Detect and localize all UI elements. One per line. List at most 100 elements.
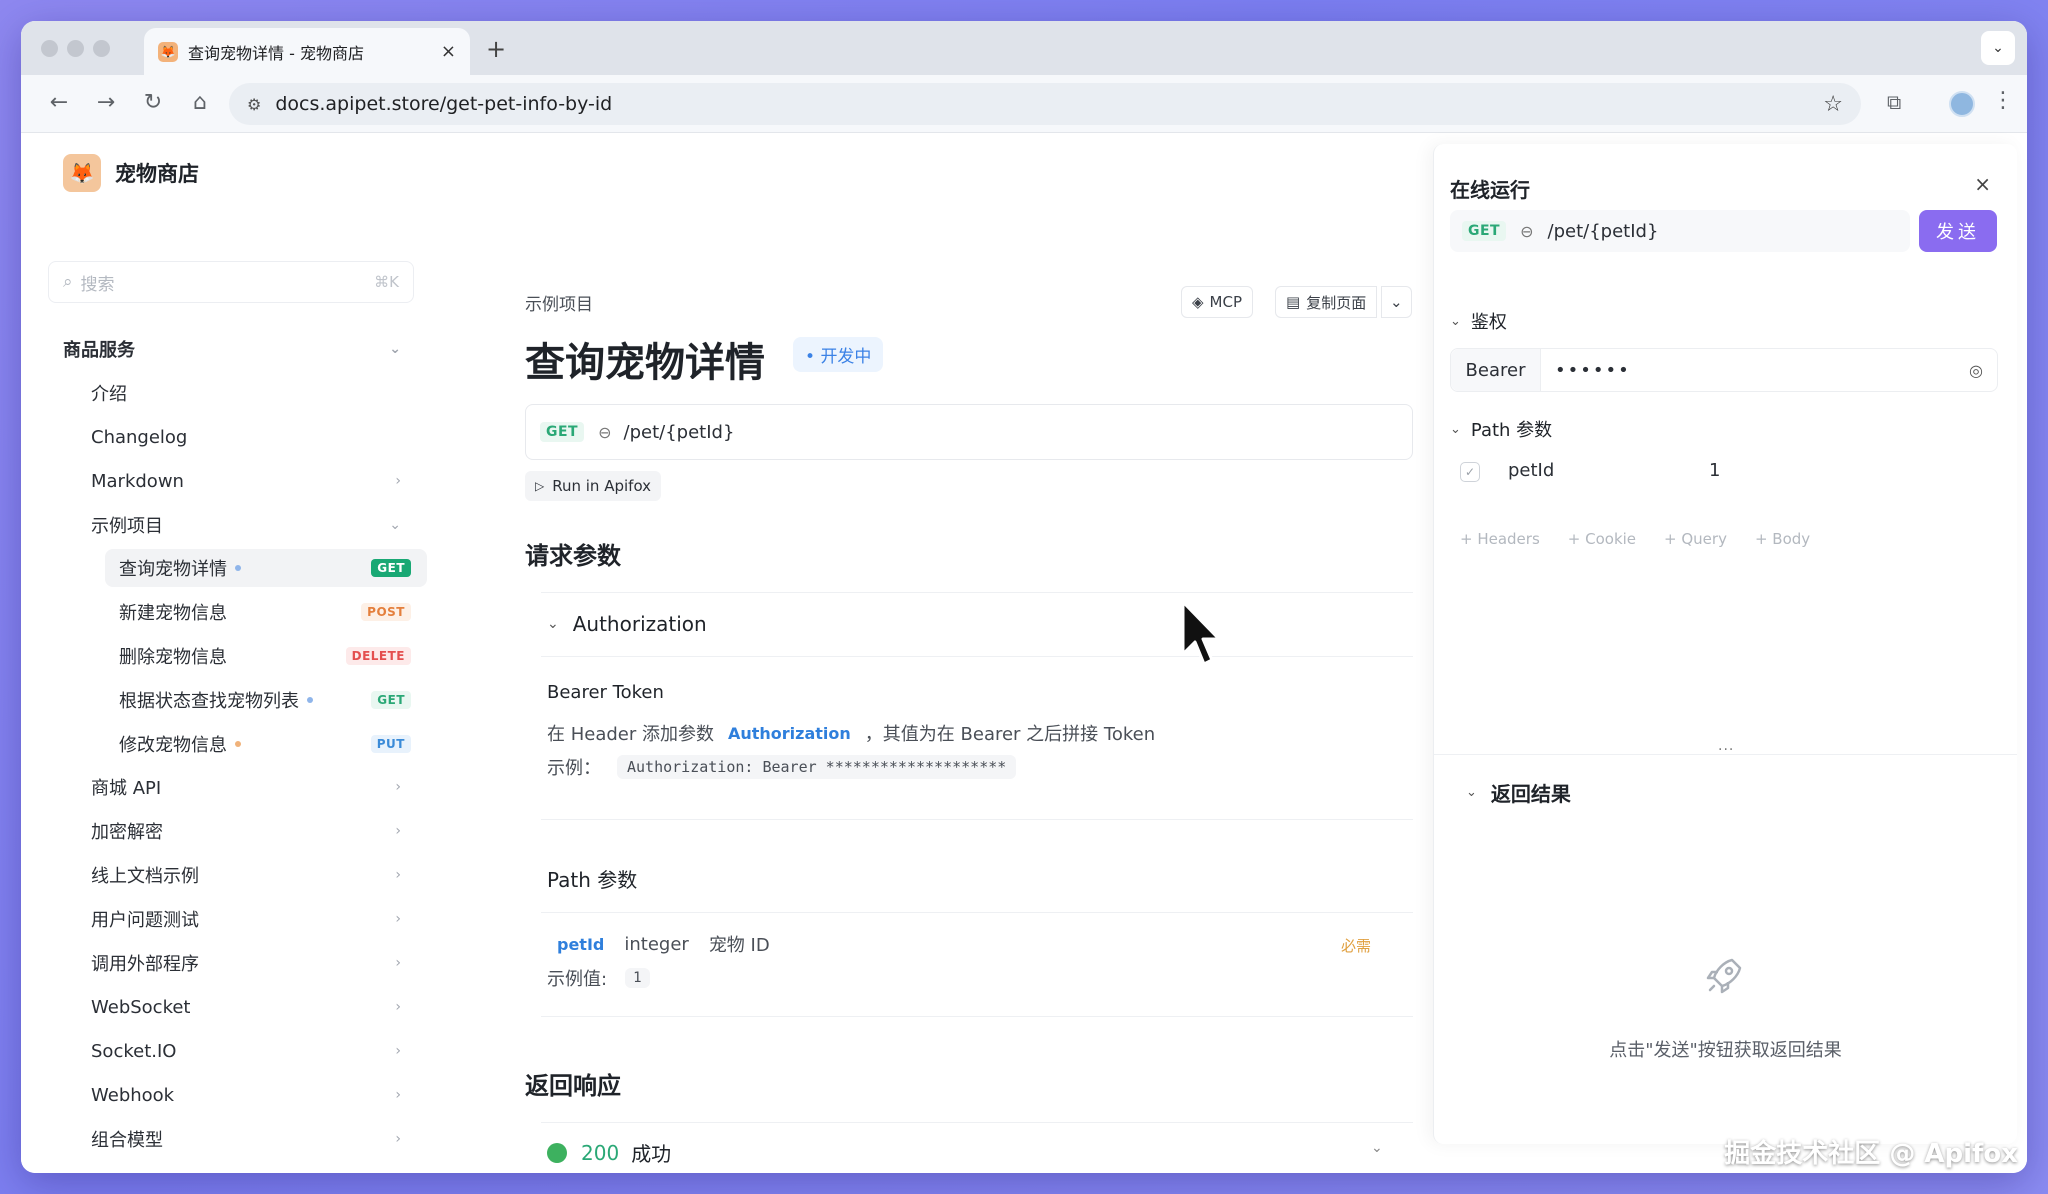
sidebar-item-label: 用户问题测试 [91, 910, 199, 931]
auth-desc-prefix: 在 Header 添加参数 [547, 724, 714, 745]
mcp-icon: ◈ [1192, 293, 1204, 311]
copy-page-button[interactable]: ▤ 复制页面 [1275, 286, 1378, 318]
window-close-button[interactable] [41, 40, 58, 57]
bookmark-star-icon[interactable]: ☆ [1823, 92, 1843, 117]
page-title: 查询宠物详情 [525, 340, 765, 386]
sidebar-item-update-pet[interactable]: 修改宠物信息 PUT [119, 725, 427, 763]
mcp-button[interactable]: ◈ MCP [1181, 286, 1254, 318]
window-minimize-button[interactable] [67, 40, 84, 57]
search-shortcut: ⌘K [374, 273, 399, 291]
browser-menu-icon[interactable]: ⋮ [1992, 88, 2014, 113]
response-200-row[interactable]: 200 成功 [547, 1138, 671, 1167]
run-url-input[interactable]: GET ⊖ /pet/{petId} [1450, 210, 1910, 252]
bearer-token-title: Bearer Token [547, 682, 664, 703]
divider [541, 1122, 1413, 1123]
divider [541, 656, 1413, 657]
sidebar-item-webhook[interactable]: Webhook › [91, 1076, 413, 1114]
chevron-down-icon: ⌄ [547, 616, 559, 632]
browser-tab[interactable]: 🦊 查询宠物详情 - 宠物商店 × [144, 28, 470, 75]
window-zoom-button[interactable] [93, 40, 110, 57]
sidebar-item-sample-project[interactable]: 示例项目 ⌄ [91, 506, 413, 544]
tab-search-chevron-icon[interactable]: ⌄ [1981, 31, 2015, 65]
sidebar-item-label: 示例项目 [91, 516, 163, 537]
run-path: /pet/{petId} [1547, 220, 1659, 242]
sidebar-item-changelog[interactable]: Changelog [91, 418, 413, 456]
brand[interactable]: 🦊 宠物商店 [63, 154, 199, 192]
add-body-button[interactable]: + Body [1755, 530, 1810, 548]
sidebar-item-user-tests[interactable]: 用户问题测试 › [91, 900, 413, 938]
method-badge: GET [371, 559, 411, 577]
sidebar-item-find-by-status[interactable]: 根据状态查找宠物列表 GET [119, 681, 427, 719]
tab-title: 查询宠物详情 - 宠物商店 [188, 43, 364, 63]
add-headers-button[interactable]: + Headers [1460, 530, 1540, 548]
auth-example: 示例： Authorization: Bearer **************… [547, 754, 1017, 780]
send-button[interactable]: 发送 [1919, 210, 1997, 252]
sidebar-item-composite-model[interactable]: 组合模型 › [91, 1120, 413, 1158]
sidebar-item-encrypt[interactable]: 加密解密 › [91, 812, 413, 850]
add-query-button[interactable]: + Query [1664, 530, 1727, 548]
profile-avatar[interactable] [1949, 91, 1975, 117]
address-bar[interactable]: ⚙ docs.apipet.store/get-pet-info-by-id ☆ [229, 83, 1861, 125]
endpoint-url-bar[interactable]: GET ⊖ /pet/{petId} [525, 404, 1413, 460]
authorization-toggle[interactable]: ⌄ Authorization [547, 612, 707, 636]
sidebar-item-label: Changelog [91, 426, 188, 448]
home-icon[interactable]: ⌂ [186, 90, 214, 115]
chevron-right-icon: › [395, 1043, 401, 1059]
sidebar-item-label: 删除宠物信息 [119, 647, 227, 668]
sidebar-item-label: Markdown [91, 470, 184, 492]
mcp-label: MCP [1209, 293, 1243, 311]
breadcrumb[interactable]: 示例项目 [525, 290, 593, 315]
param-enabled-checkbox[interactable]: ✓ [1460, 462, 1480, 482]
tab-close-icon[interactable]: × [441, 41, 456, 62]
sidebar-item-markdown[interactable]: Markdown › [91, 462, 413, 500]
sidebar-item-mall-api[interactable]: 商城 API › [91, 768, 413, 806]
method-badge: DELETE [345, 647, 411, 665]
result-title: 返回结果 [1490, 782, 1571, 806]
sidebar-item-socketio[interactable]: Socket.IO › [91, 1032, 413, 1070]
extensions-icon[interactable]: ⧉ [1887, 90, 1901, 114]
mouse-cursor-icon [1181, 600, 1221, 666]
sidebar-item-label: 加密解密 [91, 822, 163, 843]
sidebar-item-intro[interactable]: 介绍 [91, 374, 413, 412]
search-input[interactable]: ⌕ 搜索 ⌘K [48, 261, 414, 303]
sidebar-item-create-pet[interactable]: 新建宠物信息 POST [119, 593, 427, 631]
sidebar-group-title[interactable]: 商品服务 ⌄ [63, 330, 413, 368]
bearer-token-field[interactable]: Bearer •••••• ◎ [1450, 348, 1998, 392]
play-icon: ▷ [535, 479, 545, 493]
path-params-toggle[interactable]: ⌄ Path 参数 [1450, 416, 1552, 442]
sidebar-item-external-program[interactable]: 调用外部程序 › [91, 944, 413, 982]
add-cookie-button[interactable]: + Cookie [1568, 530, 1636, 548]
example-label: 示例： [547, 758, 601, 779]
chevron-down-icon: ⌄ [389, 517, 401, 533]
resize-handle[interactable]: ··· [1718, 742, 1734, 758]
copy-page-label: 复制页面 [1306, 293, 1367, 312]
auth-section-toggle[interactable]: ⌄ 鉴权 [1450, 308, 1507, 334]
run-param-value-input[interactable]: 1 [1709, 460, 1720, 481]
chevron-down-icon[interactable]: ⌄ [1371, 1140, 1383, 1156]
close-icon[interactable]: × [1974, 172, 1991, 196]
sidebar-item-auth[interactable]: 鉴权 › [91, 1164, 413, 1173]
run-panel: 在线运行 × GET ⊖ /pet/{petId} 发送 ⌄ 鉴权 Bearer… [1433, 144, 2017, 1144]
result-section-toggle[interactable]: ⌄ 返回结果 [1466, 778, 1571, 807]
sidebar-item-label: 鉴权 [91, 1170, 127, 1173]
site-info-icon[interactable]: ⚙ [247, 95, 261, 114]
status-dot: • [805, 347, 821, 367]
eye-off-icon[interactable]: ◎ [1969, 361, 1983, 380]
chevron-right-icon: › [395, 779, 401, 795]
forward-icon[interactable]: → [92, 90, 120, 115]
reload-icon[interactable]: ↻ [139, 90, 167, 115]
run-in-apifox-button[interactable]: ▷ Run in Apifox [525, 471, 662, 501]
back-icon[interactable]: ← [45, 90, 73, 115]
chevron-down-icon: ⌄ [1466, 785, 1477, 800]
sidebar-item-websocket[interactable]: WebSocket › [91, 988, 413, 1026]
sidebar-item-label: 组合模型 [91, 1130, 163, 1151]
sidebar-item-label: 新建宠物信息 [119, 603, 227, 624]
sidebar-item-get-pet[interactable]: 查询宠物详情 GET [105, 549, 427, 587]
sidebar-item-delete-pet[interactable]: 删除宠物信息 DELETE [119, 637, 427, 675]
param-name: petId [557, 934, 605, 954]
sidebar-item-online-docs[interactable]: 线上文档示例 › [91, 856, 413, 894]
param-row: petId integer 宠物 ID [557, 931, 770, 957]
new-tab-button[interactable]: + [486, 35, 506, 63]
copy-options-chevron-icon[interactable]: ⌄ [1381, 286, 1412, 318]
method-badge: GET [371, 691, 411, 709]
